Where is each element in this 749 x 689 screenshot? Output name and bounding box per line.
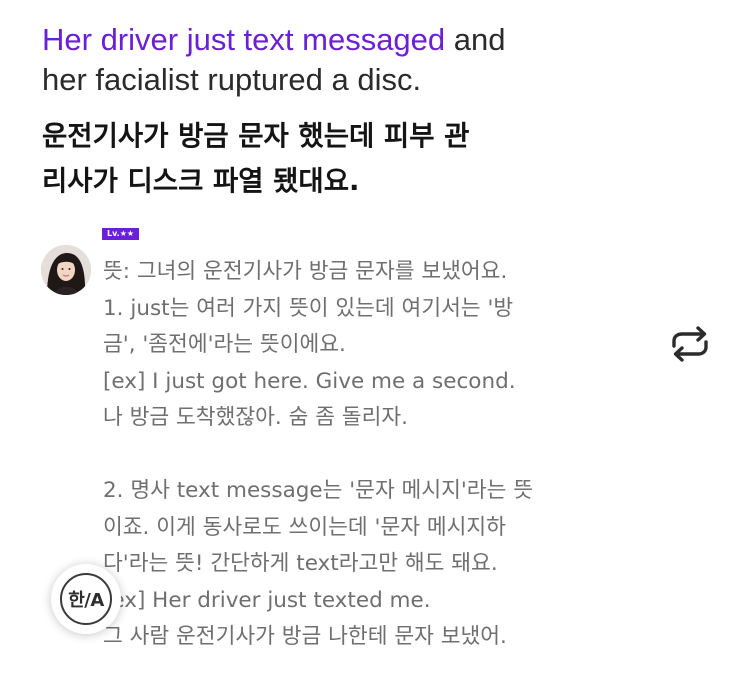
korean-line-1: 운전기사가 방금 문자 했는데 피부 관 <box>42 120 470 152</box>
comment-body: 뜻: 그녀의 운전기사가 방금 문자를 보냈어요. 1. just는 여러 가지… <box>103 254 603 656</box>
avatar[interactable] <box>41 245 91 295</box>
repost-icon <box>672 326 708 362</box>
sentence-continuation: and <box>445 22 506 57</box>
repost-button[interactable] <box>665 322 715 366</box>
comment-line: [ex] I just got here. Give me a second. <box>103 368 516 394</box>
comment-line: 뜻: 그녀의 운전기사가 방금 문자를 보냈어요. <box>103 259 508 284</box>
korean-line-2: 리사가 디스크 파열 됐대요. <box>42 165 360 197</box>
comment-line: 다'라는 뜻! 간단하게 text라고만 해도 돼요. <box>103 551 498 576</box>
english-sentence: Her driver just text messaged and her fa… <box>42 20 662 100</box>
comment-line: 1. just는 여러 가지 뜻이 있는데 여기서는 '방 <box>103 295 514 321</box>
comment-line: 2. 명사 text message는 '문자 메시지'라는 뜻 <box>103 478 533 503</box>
sentence-line-2: her facialist ruptured a disc. <box>42 62 422 97</box>
comment-line: 이죠. 이게 동사로도 쓰이는데 '문자 메시지하 <box>103 514 506 540</box>
comment-blank-line <box>103 437 603 474</box>
comment-line: 나 방금 도착했잖아. 숨 좀 돌리자. <box>103 405 408 430</box>
highlighted-phrase: Her driver just text messaged <box>42 22 446 57</box>
translate-toggle-button[interactable]: 한/A <box>51 564 121 634</box>
level-badge: Lv.★★ <box>102 228 140 240</box>
comment-line: 그 사람 운전기사가 방금 나한테 문자 보냈어. <box>103 624 507 649</box>
translate-label: 한/A <box>60 573 112 625</box>
comment-line: [ex] Her driver just texted me. <box>103 587 431 613</box>
comment-line: 금', '좀전에'라는 뜻이에요. <box>103 332 346 357</box>
korean-translation: 운전기사가 방금 문자 했는데 피부 관 리사가 디스크 파열 됐대요. <box>42 114 642 204</box>
